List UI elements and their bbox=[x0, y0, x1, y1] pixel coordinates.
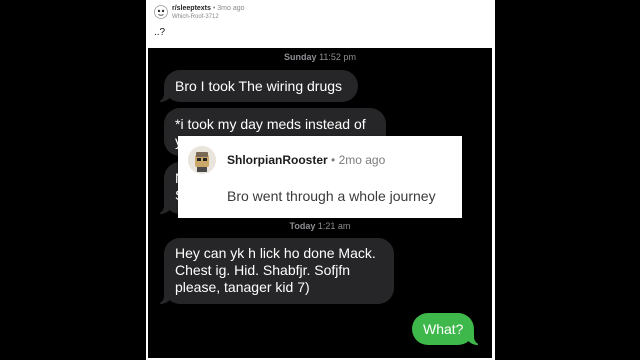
post-header: r/sleeptexts • 3mo ago Which-Roof-3712 .… bbox=[146, 0, 495, 48]
timestamp-time: 11:52 pm bbox=[319, 52, 356, 62]
subreddit-avatar-icon[interactable] bbox=[154, 5, 168, 19]
message-bubble-received: Bro I took The wiring drugs bbox=[155, 70, 358, 102]
comment-separator: • bbox=[331, 153, 339, 167]
post-title: ..? bbox=[154, 27, 166, 38]
timestamp-sunday: Sunday 11:52 pm bbox=[148, 52, 492, 62]
comment-username[interactable]: ShlorpianRooster bbox=[227, 153, 328, 167]
timestamp-day: Today bbox=[289, 221, 316, 231]
message-text: N S bbox=[175, 170, 186, 203]
message-bubble-received: Hey can yk h lick ho done Mack. Chest ig… bbox=[155, 238, 394, 304]
post-age: 3mo ago bbox=[217, 5, 245, 12]
subreddit-name[interactable]: r/sleeptexts bbox=[172, 5, 211, 12]
subreddit-line: r/sleeptexts • 3mo ago bbox=[172, 5, 245, 12]
message-bubble-sent: What? bbox=[412, 313, 483, 345]
commenter-avatar[interactable] bbox=[188, 146, 216, 174]
message-text: Hey can yk h lick ho done Mack. Chest ig… bbox=[175, 245, 376, 295]
comment-age: 2mo ago bbox=[338, 153, 386, 167]
message-text: What? bbox=[423, 321, 464, 337]
comment-body: Bro went through a whole journey bbox=[227, 188, 436, 204]
comment-overlay-card: ShlorpianRooster • 2mo ago Bro went thro… bbox=[178, 136, 462, 218]
timestamp-time: 1:21 am bbox=[317, 221, 351, 231]
timestamp-today: Today 1:21 am bbox=[148, 221, 492, 231]
post-username[interactable]: Which-Roof-3712 bbox=[172, 14, 219, 20]
timestamp-day: Sunday bbox=[284, 52, 317, 62]
message-text: Bro I took The wiring drugs bbox=[175, 78, 343, 94]
comment-meta: ShlorpianRooster • 2mo ago bbox=[227, 153, 385, 167]
snoo-avatar-icon bbox=[188, 146, 216, 174]
